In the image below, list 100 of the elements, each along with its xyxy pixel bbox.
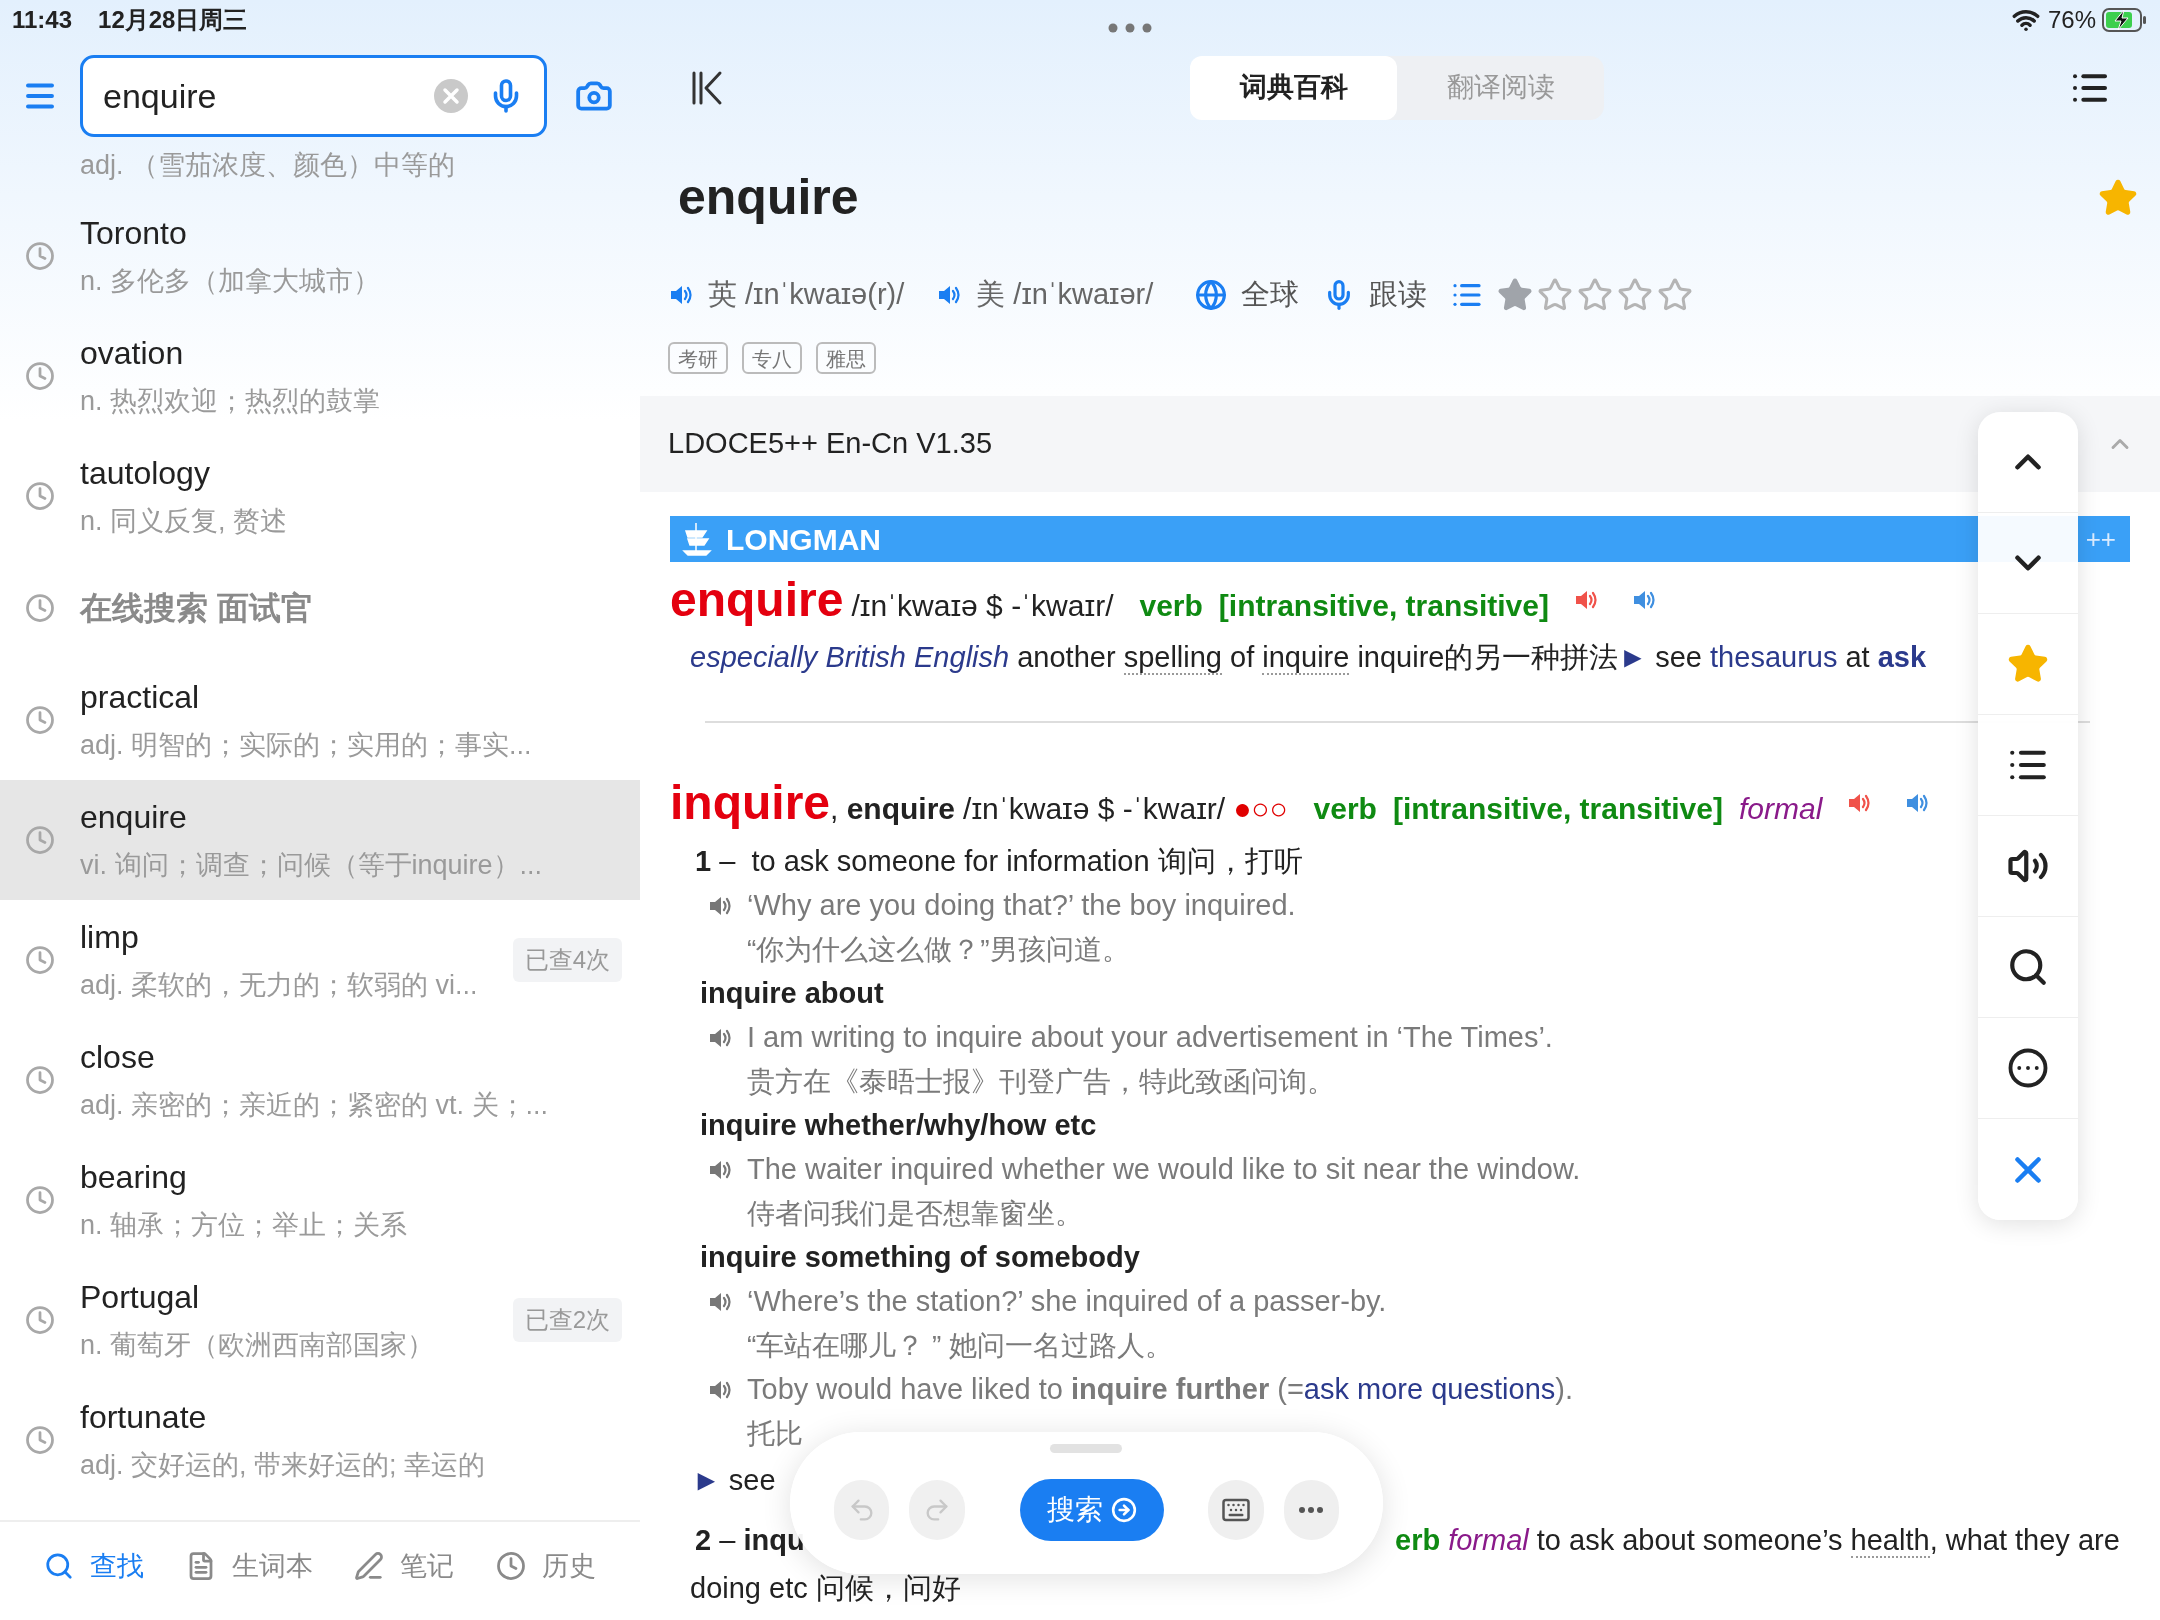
history-item[interactable]: Toronto n. 多伦多（加拿大城市）	[0, 196, 640, 316]
star-icon	[1617, 277, 1654, 313]
example-translation: 侍者问我们是否想靠窗坐。	[747, 1197, 1083, 1231]
history-definition: adj. 柔软的，无力的；软弱的 vi...	[80, 969, 478, 1002]
clock-icon	[25, 1065, 55, 1095]
view-tab[interactable]: 词典百科	[1190, 55, 1397, 120]
history-word: close	[80, 1038, 156, 1077]
star-icon	[1657, 277, 1694, 313]
clock-icon	[25, 1425, 55, 1455]
search-field[interactable]: enquire	[80, 55, 547, 137]
history-item[interactable]: enquire vi. 询问；调查；问候（等于inquire）...	[0, 780, 640, 900]
clock-icon	[25, 361, 55, 391]
history-item[interactable]: ovation n. 热烈欢迎；热烈的鼓掌	[0, 316, 640, 436]
star-icon[interactable]	[2007, 643, 2049, 685]
history-definition: vi. 询问；调查；问候（等于inquire）...	[80, 849, 543, 882]
example-sentence: ‘Why are you doing that?’ the boy inquired.	[747, 888, 1296, 924]
history-definition: n. 热烈欢迎；热烈的鼓掌	[80, 385, 381, 418]
collapse-sidebar-icon[interactable]	[690, 69, 724, 106]
keyboard-button[interactable]	[1208, 1480, 1264, 1540]
history-definition: n. 同义反复, 赘述	[80, 505, 288, 538]
sense-definition: 2 – inqu	[695, 1523, 805, 1556]
favorite-star-icon[interactable]	[2098, 177, 2138, 218]
pronunciation: 美 /ɪnˈkwaɪər/	[976, 277, 1154, 313]
search-icon	[44, 1551, 74, 1581]
clock-icon	[25, 825, 55, 855]
clock-icon	[25, 593, 55, 623]
exam-tag: 雅思	[816, 341, 876, 374]
sense-definition: doing etc 问候，问好	[690, 1571, 961, 1607]
pronunciation: 英 /ɪnˈkwaɪə(r)/	[708, 277, 905, 313]
exam-tag: 考研	[668, 341, 728, 374]
history-definition: n. 多伦多（加拿大城市）	[80, 265, 381, 298]
example-sentence: ‘Where’s the station?’ she inquired of a passer-by.	[747, 1284, 1387, 1320]
multitask-dots-icon[interactable]	[1107, 23, 1152, 33]
history-item[interactable]: limp adj. 柔软的，无力的；软弱的 vi... 已查4次	[0, 900, 640, 1020]
sense-definition: 1 – to ask someone for information 询问，打听	[695, 844, 1303, 880]
dictionary-link[interactable]: thesaurus	[1710, 641, 1838, 674]
history-word: fortunate	[80, 1398, 208, 1437]
phrase-heading: inquire whether/why/how etc	[700, 1108, 1097, 1144]
dictionary-link[interactable]: spelling	[1123, 641, 1222, 676]
action-button[interactable]: 全球	[1195, 273, 1300, 317]
search-icon[interactable]	[2007, 946, 2049, 988]
history-item[interactable]: practical adj. 明智的；实际的；实用的；事实...	[0, 660, 640, 780]
lookup-count-badge: 已查2次	[512, 1298, 622, 1342]
status-time: 11:43	[12, 5, 73, 35]
history-definition: adj. 交好运的, 带来好运的; 幸运的	[80, 1449, 486, 1482]
history-word: Portugal	[80, 1278, 201, 1317]
drag-handle[interactable]	[1050, 1444, 1122, 1453]
phrase-heading: inquire about	[700, 976, 884, 1012]
history-word: 在线搜索 面试官	[80, 589, 313, 628]
example-translation: 托比	[747, 1417, 803, 1451]
clock-icon	[25, 241, 55, 271]
history-item[interactable]: fortunate adj. 交好运的, 带来好运的; 幸运的	[0, 1380, 640, 1500]
history-word: Toronto	[80, 214, 188, 253]
clock-icon	[495, 1551, 526, 1581]
exam-tag: 专八	[742, 341, 802, 374]
example-sentence: Toby would have liked to inquire further (=ask more questions).	[747, 1372, 1574, 1408]
example-translation: “你为什么这么做？”男孩问道。	[747, 933, 1130, 967]
battery-charging-icon	[2102, 8, 2148, 32]
history-item[interactable]: close adj. 亲密的；亲近的；紧密的 vt. 关；...	[0, 1020, 640, 1140]
history-word: enquire	[80, 798, 188, 837]
more-icon	[1299, 1507, 1324, 1513]
history-definition: adj. 亲密的；亲近的；紧密的 vt. 关；...	[80, 1089, 549, 1122]
ship-logo-icon	[682, 521, 712, 557]
dictionary-link[interactable]: inquire	[1262, 641, 1350, 676]
dictionary-link[interactable]: health	[1850, 1523, 1930, 1558]
history-item[interactable]: bearing n. 轴承；方位；举止；关系	[0, 1140, 640, 1260]
dictionary-link[interactable]: ask	[1877, 641, 1927, 674]
example-translation: 贵方在《泰晤士报》刊登广告，特此致函问询。	[747, 1065, 1335, 1099]
clock-icon	[25, 945, 55, 975]
dictionary-link[interactable]: ask more questions	[1303, 1373, 1556, 1406]
entry-headline: inquire, enquire /ɪnˈkwaɪə $ -ˈkwaɪr/ ●○○ verb [intransitive, transitive] formal	[670, 774, 1823, 831]
see-reference: ► see	[692, 1463, 776, 1499]
history-word: tautology	[80, 454, 211, 493]
example-translation: “车站在哪儿？ ” 她问一名过路人。	[747, 1329, 1174, 1363]
clock-icon	[25, 705, 55, 735]
clock-icon	[25, 1305, 55, 1335]
globe-icon	[1195, 279, 1228, 311]
history-item[interactable]: tautology n. 同义反复, 赘述	[0, 436, 640, 556]
pen-icon	[354, 1551, 385, 1581]
brand-suffix: ++	[2085, 522, 2116, 556]
action-button[interactable]: 跟读	[1323, 273, 1428, 317]
phrase-heading: inquire something of somebody	[700, 1240, 1140, 1276]
star-icon	[1577, 277, 1614, 313]
status-date: 12月28日周三	[98, 5, 248, 35]
history-definition: n. 轴承；方位；举止；关系	[80, 1209, 408, 1242]
history-word: bearing	[80, 1158, 188, 1197]
bottom-tab[interactable]: 查找	[44, 1545, 144, 1587]
more-icon[interactable]	[2007, 1047, 2049, 1089]
history-item[interactable]: Portugal n. 葡萄牙（欧洲西南部国家） 已查2次	[0, 1260, 640, 1380]
history-word: practical	[80, 678, 201, 717]
history-definition: adj. 明智的；实际的；实用的；事实...	[80, 729, 532, 762]
history-definition: n. 葡萄牙（欧洲西南部国家）	[80, 1329, 435, 1362]
dictionary-header[interactable]: LDOCE5++ En-Cn V1.35	[640, 396, 2160, 492]
example-sentence: I am writing to inquire about your advertisement in ‘The Times’.	[747, 1020, 1553, 1056]
headword: enquire	[678, 168, 860, 227]
search-button[interactable]: 搜索	[1019, 1479, 1165, 1541]
example-sentence: The waiter inquired whether we would like to sit near the window.	[747, 1152, 1581, 1188]
arrow-right-icon	[1111, 1497, 1137, 1523]
entry-note: especially British English another spelling of inquire inquire的另一种拼法► see thesaurus at ask	[690, 640, 1927, 678]
history-word: limp	[80, 918, 140, 957]
